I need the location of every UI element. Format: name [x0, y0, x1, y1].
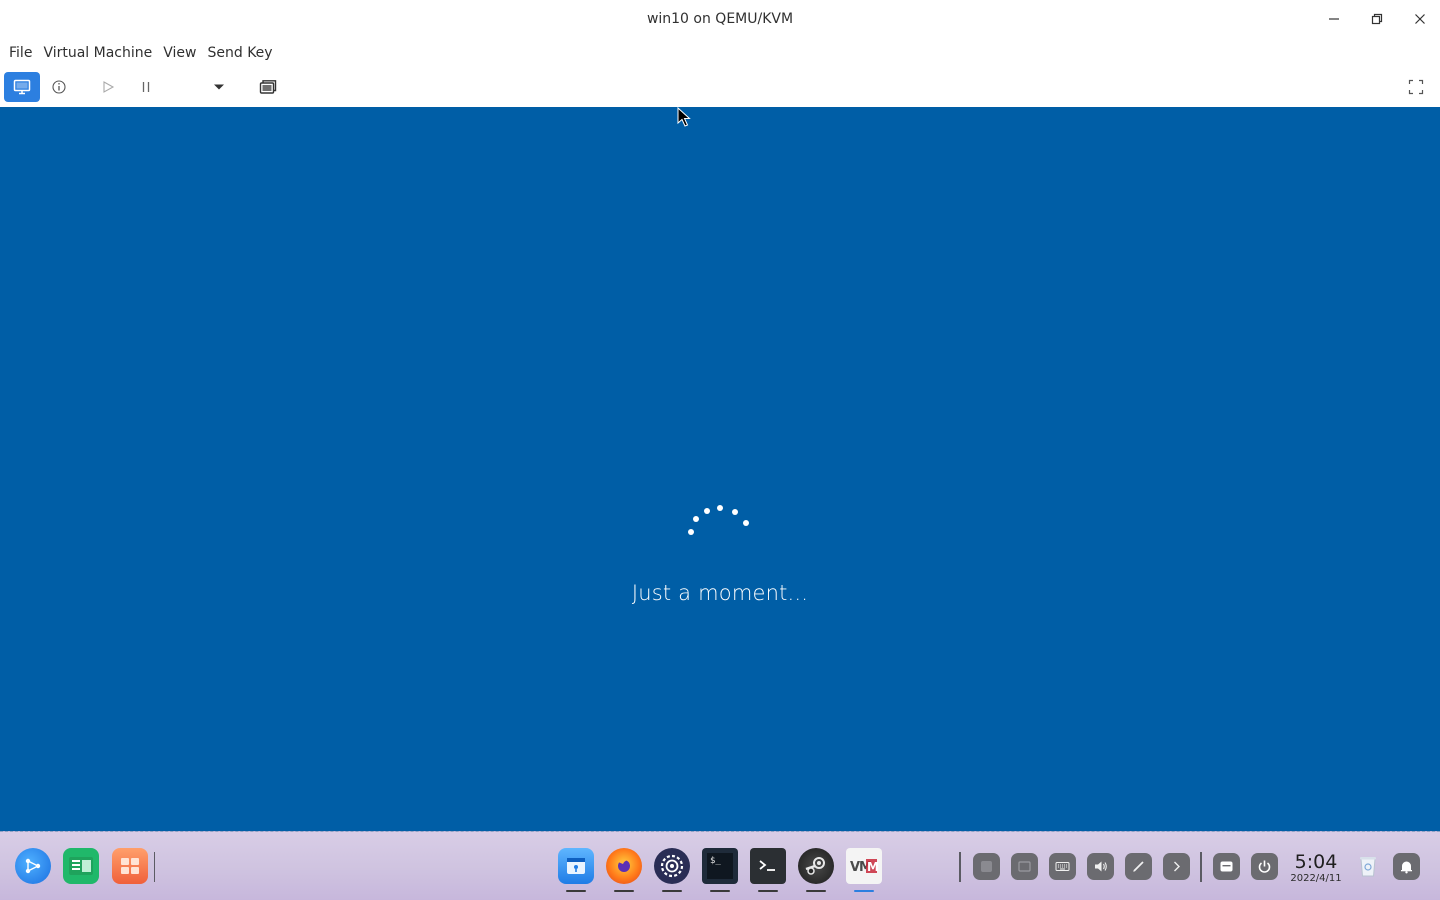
chevron-right-icon	[1174, 861, 1180, 872]
app-store-icon	[121, 858, 139, 874]
taskbar: $_ VM M 5:04 2022/4/11	[0, 831, 1440, 900]
console-button[interactable]	[4, 72, 40, 102]
spinner-dot	[693, 516, 699, 522]
running-indicator	[758, 890, 778, 892]
svg-text:M: M	[867, 860, 879, 874]
launcher-icon	[25, 858, 41, 874]
running-indicator	[806, 890, 826, 892]
power-icon	[1258, 860, 1271, 873]
dropdown-icon	[214, 84, 224, 90]
clock-date: 2022/4/11	[1290, 873, 1342, 884]
pause-icon	[142, 82, 150, 92]
clock-time[interactable]: 5:04	[1290, 851, 1342, 873]
running-indicator	[854, 890, 874, 892]
trash-icon	[1360, 857, 1376, 877]
console-icon	[13, 79, 31, 95]
loading-spinner-icon	[686, 503, 756, 543]
steam-icon	[805, 857, 825, 875]
spinner-dot	[717, 505, 723, 511]
status-text: Just a moment...	[631, 581, 809, 605]
expand-tray-button[interactable]	[1163, 853, 1190, 880]
info-icon	[52, 80, 66, 94]
tray-app-2-icon	[1018, 861, 1031, 872]
spinner-dot	[732, 509, 738, 515]
tray-app-1[interactable]	[973, 853, 1000, 880]
snapshot-icon	[259, 80, 277, 94]
firefox-icon	[618, 859, 630, 872]
play-icon	[103, 81, 115, 93]
file-manager-icon	[69, 857, 93, 875]
running-indicator	[566, 890, 586, 892]
notification-icon	[1401, 861, 1412, 874]
file-manager-button[interactable]	[63, 848, 99, 884]
minimize-button[interactable]	[1320, 6, 1348, 32]
running-indicator	[662, 890, 682, 892]
app-installer-button[interactable]	[558, 848, 594, 892]
menu-view[interactable]: View	[158, 41, 201, 65]
input-method-icon	[1220, 861, 1233, 872]
svg-text:$_: $_	[710, 856, 721, 866]
pen-icon	[1133, 861, 1144, 872]
vim-icon: VM M	[850, 859, 879, 875]
pen-button[interactable]	[1125, 853, 1152, 880]
title-bar: win10 on QEMU/KVM	[0, 0, 1440, 38]
menu-send-key[interactable]: Send Key	[202, 41, 277, 65]
run-button[interactable]	[95, 72, 121, 102]
settings-button[interactable]	[654, 848, 690, 892]
menu-file[interactable]: File	[4, 41, 37, 65]
vim-button[interactable]: VM M	[846, 848, 882, 892]
toolbar	[0, 68, 1440, 107]
keyboard-button[interactable]	[1049, 853, 1076, 880]
close-icon	[1415, 14, 1425, 24]
running-indicator	[614, 890, 634, 892]
volume-button[interactable]	[1087, 853, 1114, 880]
restore-button[interactable]	[1363, 6, 1391, 32]
spinner-dot	[743, 520, 749, 526]
mouse-cursor-icon	[677, 107, 691, 127]
notification-button[interactable]	[1393, 853, 1420, 880]
terminal-button[interactable]: $_	[702, 848, 738, 892]
power-button[interactable]	[1251, 853, 1278, 880]
terminal-icon: $_	[707, 853, 733, 879]
tray-separator	[959, 852, 961, 882]
volume-icon	[1095, 861, 1107, 872]
snapshots-button[interactable]	[254, 72, 282, 102]
spinner-dot	[688, 529, 694, 535]
tray-app-1-icon	[981, 861, 992, 872]
tray-separator	[1200, 852, 1202, 882]
menu-virtual-machine[interactable]: Virtual Machine	[38, 41, 157, 65]
fullscreen-button[interactable]	[1402, 72, 1430, 102]
firefox-button[interactable]	[606, 848, 642, 892]
steam-button[interactable]	[798, 848, 834, 892]
dock-separator	[154, 852, 155, 882]
spinner-dot	[704, 508, 710, 514]
keyboard-icon	[1055, 862, 1070, 871]
fullscreen-icon	[1408, 79, 1424, 95]
app-installer-icon	[567, 858, 585, 874]
details-button[interactable]	[46, 72, 72, 102]
shutdown-menu-button[interactable]	[206, 72, 232, 102]
pause-button[interactable]	[133, 72, 159, 102]
terminal2-button[interactable]	[750, 848, 786, 892]
running-indicator	[710, 890, 730, 892]
tray-app-2[interactable]	[1011, 853, 1038, 880]
minimize-icon	[1329, 18, 1339, 20]
menu-bar: File Virtual Machine View Send Key	[0, 38, 1440, 68]
close-button[interactable]	[1406, 6, 1434, 32]
launcher-button[interactable]	[15, 848, 51, 884]
settings-icon	[660, 854, 684, 878]
trash-button[interactable]	[1352, 850, 1384, 882]
restore-icon	[1371, 13, 1383, 25]
app-store-button[interactable]	[112, 848, 148, 884]
terminal2-icon	[755, 853, 781, 879]
window-title: win10 on QEMU/KVM	[646, 11, 794, 27]
vm-display[interactable]: Just a moment...	[0, 107, 1440, 831]
input-method-button[interactable]	[1213, 853, 1240, 880]
